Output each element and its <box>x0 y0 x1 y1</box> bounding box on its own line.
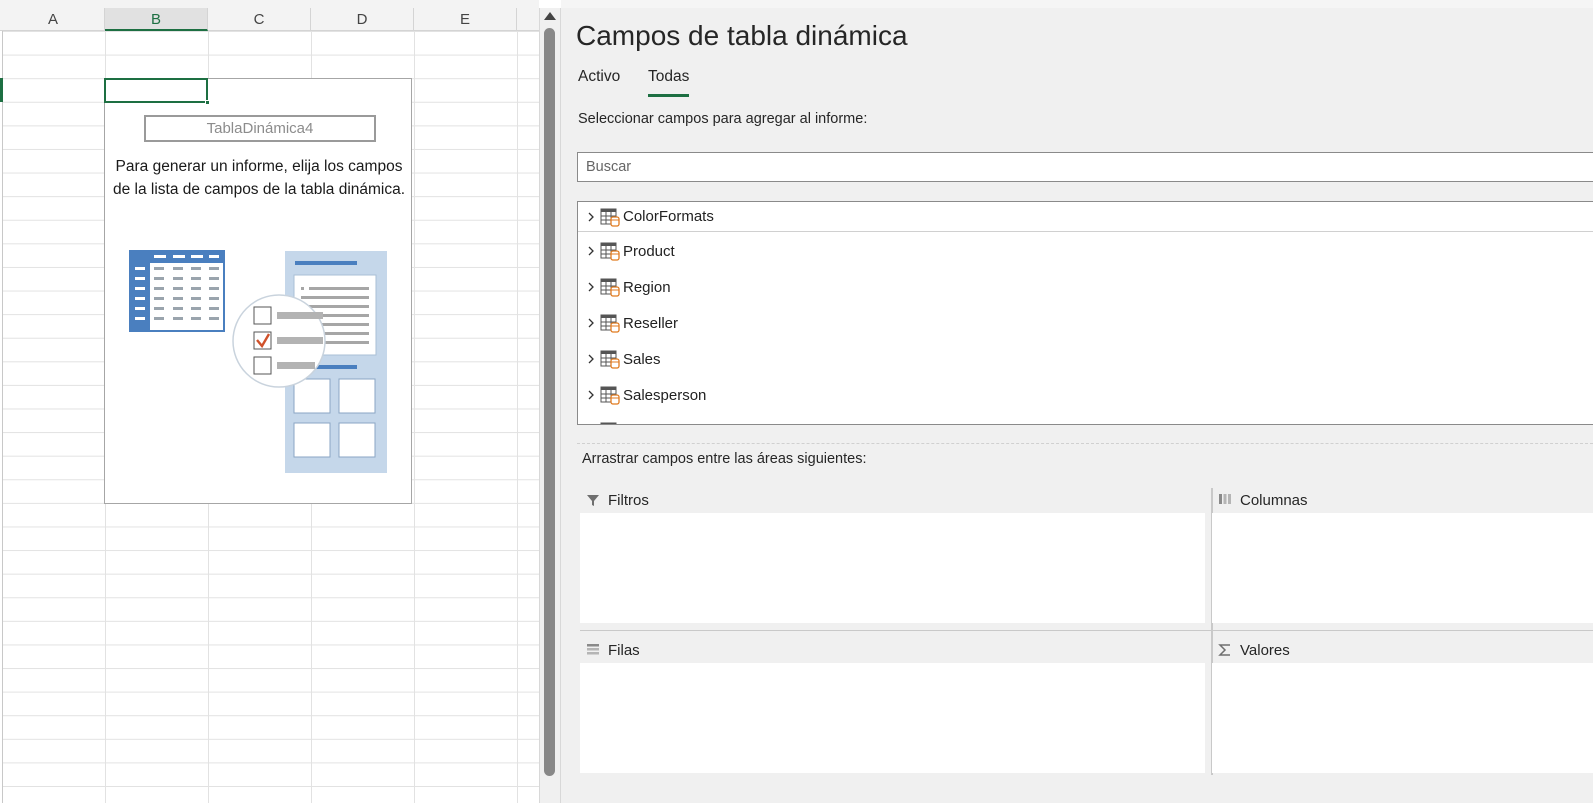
table-icon <box>600 208 620 227</box>
tab-activo[interactable]: Activo <box>578 66 620 97</box>
chevron-right-icon[interactable] <box>586 318 596 328</box>
scrollbar-thumb[interactable] <box>544 28 555 776</box>
table-icon <box>600 314 620 333</box>
field-label: ColorFormats <box>623 208 714 225</box>
worksheet[interactable]: A B C D E TablaDinámica4 Para generar un… <box>0 0 539 803</box>
table-icon <box>600 278 620 297</box>
column-header-a[interactable]: A <box>2 8 105 31</box>
columns-area-label: Columnas <box>1240 491 1308 509</box>
section-divider <box>577 443 1593 444</box>
filters-area-label: Filtros <box>608 491 649 509</box>
tab-todas[interactable]: Todas <box>648 66 689 97</box>
fill-handle[interactable] <box>205 100 210 105</box>
scroll-up-arrow-icon[interactable] <box>544 12 556 20</box>
field-list[interactable]: ColorFormats Product Region Reseller Sal… <box>577 201 1593 425</box>
column-header-b[interactable]: B <box>105 8 208 31</box>
column-header-e[interactable]: E <box>414 8 517 31</box>
area-splitter-horizontal[interactable] <box>580 630 1593 631</box>
filters-drop-zone[interactable] <box>580 513 1205 623</box>
pane-title: Campos de tabla dinámica <box>576 20 908 51</box>
select-fields-label: Seleccionar campos para agregar al infor… <box>578 111 868 127</box>
field-row-partial <box>578 416 1593 424</box>
field-label: Sales <box>623 350 661 368</box>
field-label: Reseller <box>623 314 679 332</box>
pivot-illustration <box>129 250 387 473</box>
column-header-c[interactable]: C <box>208 8 311 31</box>
rows-icon <box>586 643 600 657</box>
field-label: Product <box>623 242 675 260</box>
field-row-salesperson[interactable]: Salesperson <box>578 380 1593 410</box>
rows-area-label: Filas <box>608 641 640 659</box>
sheet-top-strip <box>0 0 539 8</box>
chevron-right-icon[interactable] <box>586 282 596 292</box>
active-tab-indicator <box>648 94 689 97</box>
rows-area-header: Filas <box>580 637 640 663</box>
field-row-region[interactable]: Region <box>578 272 1593 302</box>
row-header-selected-marker <box>0 78 3 102</box>
field-row-reseller[interactable]: Reseller <box>578 308 1593 338</box>
vertical-scrollbar[interactable] <box>539 8 561 803</box>
field-row-sales[interactable]: Sales <box>578 344 1593 374</box>
columns-drop-zone[interactable] <box>1212 513 1593 623</box>
columns-area-header: Columnas <box>1212 487 1308 513</box>
chevron-right-icon[interactable] <box>586 212 596 222</box>
pane-top-strip <box>561 0 1593 8</box>
pivot-table-name: TablaDinámica4 <box>144 115 376 142</box>
table-icon <box>600 242 620 261</box>
filters-area-header: Filtros <box>580 487 649 513</box>
columns-icon <box>1218 493 1232 507</box>
column-headers: A B C D E <box>0 8 539 31</box>
table-icon <box>600 386 620 405</box>
table-icon <box>600 350 620 369</box>
table-icon <box>600 422 617 424</box>
field-label: Region <box>623 278 671 296</box>
chevron-right-icon[interactable] <box>586 354 596 364</box>
search-input[interactable] <box>577 152 1593 182</box>
chevron-right-icon[interactable] <box>586 390 596 400</box>
sigma-icon <box>1218 643 1232 657</box>
values-area-label: Valores <box>1240 641 1290 659</box>
drag-areas-label: Arrastrar campos entre las áreas siguien… <box>582 451 867 467</box>
values-drop-zone[interactable] <box>1212 663 1593 773</box>
rows-drop-zone[interactable] <box>580 663 1205 773</box>
filter-icon <box>586 493 600 507</box>
field-row-colorformats[interactable]: ColorFormats <box>578 202 1593 232</box>
pivot-fields-pane: Campos de tabla dinámica Activo Todas Se… <box>561 0 1593 803</box>
field-row-product[interactable]: Product <box>578 236 1593 266</box>
pivot-table-placeholder[interactable]: TablaDinámica4 Para generar un informe, … <box>104 78 412 504</box>
pivot-table-hint: Para generar un informe, elija los campo… <box>112 158 406 198</box>
row-header-edge <box>0 31 3 803</box>
field-label: Salesperson <box>623 386 707 404</box>
column-header-d[interactable]: D <box>311 8 414 31</box>
chevron-right-icon[interactable] <box>586 246 596 256</box>
active-cell-b3[interactable] <box>104 78 208 103</box>
values-area-header: Valores <box>1212 637 1290 663</box>
